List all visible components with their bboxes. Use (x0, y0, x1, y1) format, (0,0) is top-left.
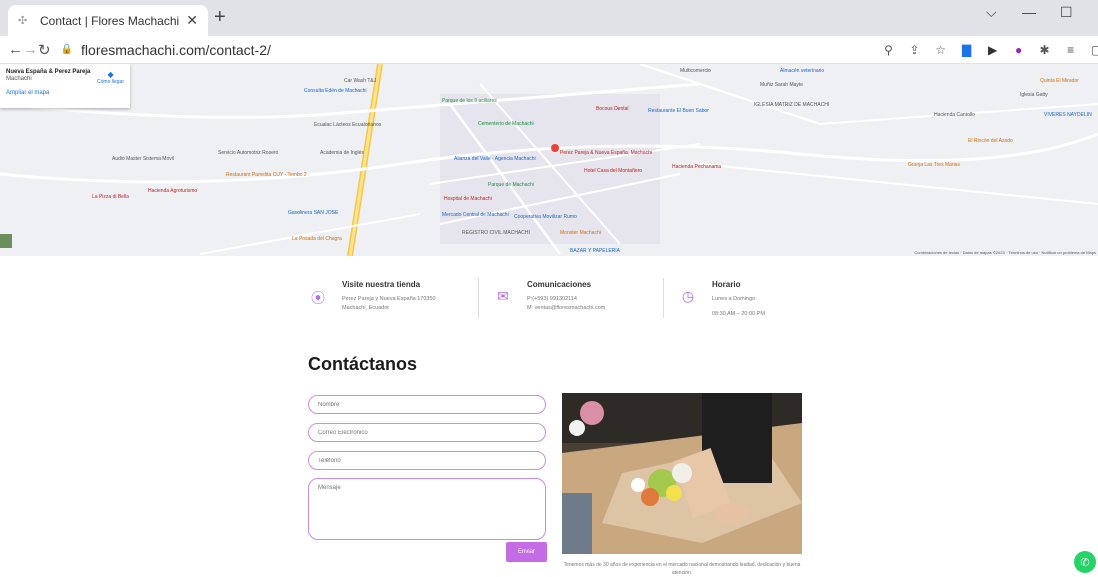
map-label[interactable]: Almacén veterinario (780, 68, 824, 74)
map-label[interactable]: Multicomercio (680, 68, 711, 74)
forward-icon[interactable]: → (23, 41, 38, 58)
phone-input[interactable] (308, 451, 546, 470)
divider (663, 278, 664, 318)
directions-icon: ◆ (107, 70, 114, 79)
info-communications: ✉ Comunicaciones P:(+593) 991302114 M: v… (493, 278, 663, 319)
map-label[interactable]: Mercado Central de Machachi (442, 212, 509, 218)
site-favicon-icon: ✣ (18, 14, 28, 27)
close-tab-icon[interactable]: ✕ (186, 12, 198, 29)
reading-list-icon[interactable]: ≡ (1063, 42, 1079, 58)
directions-label: Cómo llegar (97, 79, 124, 85)
info-line: M: ventas@floresmachachi.com (527, 304, 606, 311)
map-label[interactable]: Parque de Machachi (488, 182, 534, 188)
map-label[interactable]: Servicio Automotriz Rosero (218, 150, 278, 156)
circle-extension-icon[interactable]: ● (1011, 42, 1027, 58)
translate-extension-icon[interactable]: ▇ (959, 42, 975, 58)
map-attribution[interactable]: Combinaciones de teclas · Datos de mapas… (914, 250, 1096, 255)
message-textarea[interactable] (308, 478, 546, 540)
info-title: Horario (712, 280, 741, 289)
back-icon[interactable]: ← (8, 41, 23, 58)
url-text: floresmachachi.com/contact-2/ (81, 41, 271, 58)
lock-icon: 🔒 (60, 44, 74, 55)
map-label[interactable]: BAZAR Y PAPELERIA (570, 248, 620, 254)
side-panel-icon[interactable]: ▢ (1089, 42, 1098, 58)
map-label[interactable]: Restaurant Pamelita CUY - Tembo 2 (226, 172, 307, 178)
map-label[interactable]: Hacienda Pechanama (672, 164, 721, 170)
map-label[interactable]: REGISTRO CIVIL MACHACHI (462, 230, 530, 236)
submit-button[interactable]: Enviar (506, 542, 547, 562)
info-store: ⦿ Visite nuestra tienda Perez Pareja y N… (308, 278, 478, 319)
map-label[interactable]: Consulta Edén de Machachi (304, 88, 367, 94)
whatsapp-icon[interactable]: ✆ (1074, 551, 1096, 573)
map-label[interactable]: Hotel Casa del Montañero (584, 168, 642, 174)
map-label[interactable]: VIVERES NAYDELIN (1044, 112, 1092, 118)
info-line: Perez Pareja y Nueva España 170350 (342, 296, 436, 302)
info-line: P:(+593) 991302114 (527, 296, 577, 302)
map-label[interactable]: El Rincón del Azado (968, 138, 1013, 144)
enlarge-map-link[interactable]: Ampliar el mapa (6, 90, 124, 96)
map-label[interactable]: Quinta El Mirador (1040, 78, 1079, 84)
map-label[interactable]: Parque de los 9 aciliares (442, 98, 497, 104)
maximize-icon[interactable]: ☐ (1060, 4, 1073, 21)
map-label[interactable]: IGLESIA MATRIZ DE MACHACHI (754, 102, 829, 108)
email-input[interactable] (308, 423, 546, 442)
tab-title: Contact | Flores Machachi (40, 13, 180, 28)
map-label[interactable]: Restaurante El Buen Sabor (648, 108, 709, 114)
info-line: 08:30 AM – 20:00 PM (712, 310, 765, 317)
browser-tab[interactable]: ✣ Contact | Flores Machachi ✕ (8, 5, 208, 36)
map-label[interactable]: Monster Machachi (560, 230, 601, 236)
directions-button[interactable]: ◆ Cómo llegar (97, 70, 124, 85)
map-label[interactable]: Hacienda Cantollo (934, 112, 975, 118)
map-label[interactable]: Gasolinera SAN JOSE (288, 210, 338, 216)
extensions-puzzle-icon[interactable]: ✱ (1037, 42, 1053, 58)
map-label[interactable]: La Pizza di Bella (92, 194, 129, 200)
map-label[interactable]: Muñiz Sarah Mayte (760, 82, 803, 88)
address-bar[interactable]: 🔒 floresmachachi.com/contact-2/ (61, 38, 881, 62)
map-label[interactable]: Alianza del Valle - Agencia Machachi (454, 156, 536, 162)
share-icon[interactable]: ⇪ (907, 42, 923, 58)
google-map[interactable]: Nueva España & Perez Pareja Machachi Amp… (0, 64, 1098, 256)
map-label[interactable]: Hacienda Agroturismo (148, 188, 197, 194)
divider (478, 278, 479, 318)
photo-caption: Tenemos más de 30 años de experiencia en… (563, 562, 801, 576)
bookmark-star-icon[interactable]: ☆ (933, 42, 949, 58)
info-line: Machachi, Ecuador (342, 304, 390, 311)
info-line: Lunes a Domingo (712, 296, 756, 302)
new-tab-icon[interactable]: + (214, 6, 226, 29)
map-pin-icon: ⦿ (311, 290, 325, 306)
map-label[interactable]: Hospital de Machachi (444, 196, 492, 202)
minimize-icon[interactable]: — (1022, 4, 1036, 20)
name-input[interactable] (308, 395, 546, 414)
map-label[interactable]: Audio Master Sistema Movil (112, 156, 174, 162)
location-pin-icon[interactable] (551, 144, 559, 152)
florist-photo (562, 393, 802, 554)
map-label[interactable]: Granja Las Tres Marias (908, 162, 960, 168)
map-label[interactable]: Ecualac Lácteos Ecuatorianos (314, 122, 381, 128)
chevron-down-icon[interactable]: ⌵ (986, 4, 997, 21)
info-title: Visite nuestra tienda (342, 280, 421, 289)
info-hours: ◷ Horario Lunes a Domingo 08:30 AM – 20:… (678, 278, 848, 319)
clock-icon: ◷ (681, 288, 695, 304)
play-extension-icon[interactable]: ▶ (985, 42, 1001, 58)
map-label[interactable]: Academia de Inglés (320, 150, 364, 156)
map-place-card: Nueva España & Perez Pareja Machachi Amp… (0, 64, 130, 108)
mail-icon: ✉ (497, 288, 509, 304)
browser-toolbar: ← → ↻ 🔒 floresmachachi.com/contact-2/ ⚲ … (0, 36, 1098, 64)
map-label[interactable]: Car Wash T&J (344, 78, 376, 84)
contact-info-row: ⦿ Visite nuestra tienda Perez Pareja y N… (308, 278, 848, 319)
map-label[interactable]: Cooperativa Movilizar Rumo (514, 214, 577, 220)
contact-heading: Contáctanos (308, 354, 418, 374)
map-label[interactable]: Bocous Dental (596, 106, 629, 112)
zoom-icon[interactable]: ⚲ (881, 42, 897, 58)
reload-icon[interactable]: ↻ (38, 41, 51, 59)
info-title: Comunicaciones (527, 280, 592, 289)
map-label[interactable]: Cementerio de Machachi (478, 121, 534, 127)
map-label[interactable]: Iglesia Gatty (1020, 92, 1048, 98)
map-label[interactable]: Perez Pareja & Nueva España, Machachi (560, 150, 652, 156)
browser-tabbar: ✣ Contact | Flores Machachi ✕ + ⌵ — ☐ (0, 0, 1098, 36)
map-label[interactable]: La Posada del Chagra (292, 236, 342, 242)
